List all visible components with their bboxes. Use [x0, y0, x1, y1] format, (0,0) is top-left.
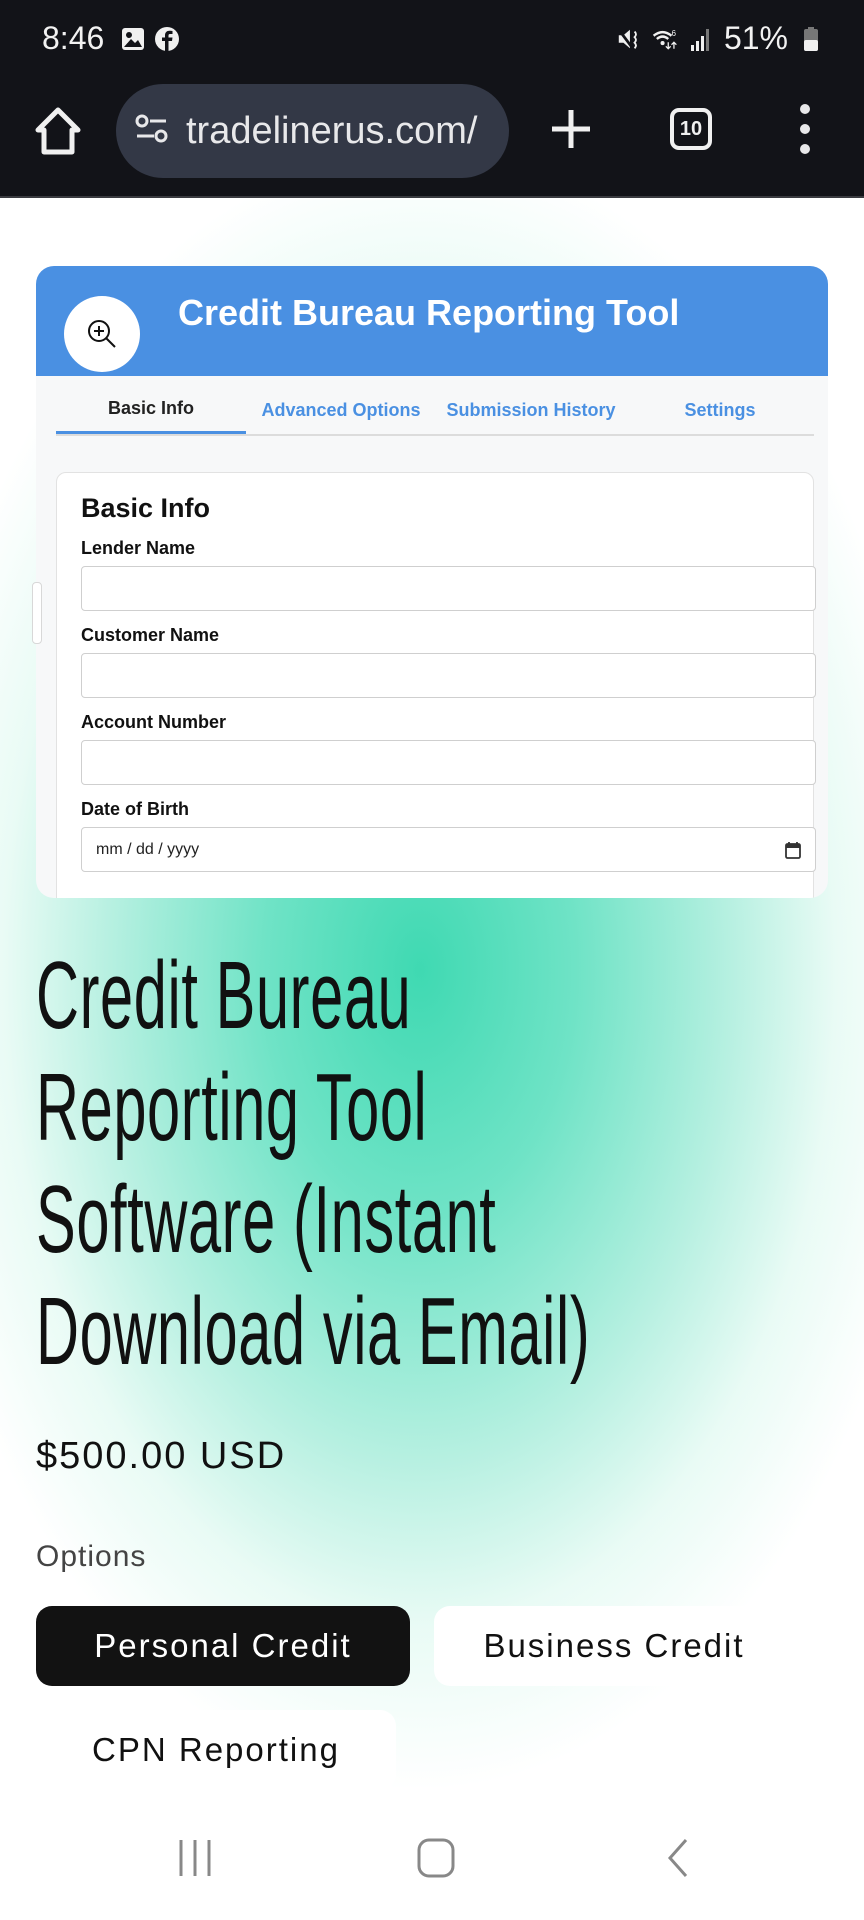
- system-navigation-bar: [0, 1800, 864, 1920]
- option-cpn-reporting[interactable]: CPN Reporting: [36, 1710, 396, 1790]
- new-tab-button[interactable]: [548, 106, 594, 152]
- product-title-line: Credit Bureau: [36, 942, 412, 1049]
- home-nav-button[interactable]: [416, 1838, 456, 1883]
- product-title: Credit Bureau Reporting Tool Software (I…: [36, 940, 591, 1388]
- tool-header: Credit Bureau Reporting Tool: [36, 266, 828, 376]
- site-settings-icon[interactable]: [134, 111, 170, 152]
- customer-name-field: [81, 653, 816, 698]
- battery-percent: 51%: [723, 20, 788, 56]
- url-text[interactable]: tradelinerus.com/: [186, 110, 477, 153]
- status-system-icons: 6 51%: [616, 20, 824, 57]
- tab-settings: Settings: [684, 399, 756, 420]
- signal-icon: [688, 26, 714, 52]
- status-notification-icons: [120, 26, 180, 52]
- svg-text:6: 6: [671, 28, 676, 37]
- facebook-icon: [154, 26, 180, 52]
- gallery-icon: [120, 26, 146, 52]
- gallery-drag-handle[interactable]: [32, 582, 42, 644]
- product-price: $500.00 USD: [36, 1435, 287, 1477]
- battery-icon: [798, 26, 824, 52]
- basic-info-card: Basic Info Lender Name Customer Name Acc…: [56, 472, 816, 898]
- product-title-line: Download via Email): [36, 1278, 591, 1385]
- dob-label: Date of Birth: [81, 799, 189, 819]
- lender-name-field: [81, 566, 816, 611]
- tab-basic-info: Basic Info: [56, 386, 246, 434]
- more-vert-icon: [800, 104, 810, 114]
- status-time: 8:46: [42, 20, 105, 56]
- mute-icon: [616, 26, 642, 52]
- product-title-line: Reporting Tool: [36, 1054, 428, 1161]
- home-icon: [35, 107, 81, 155]
- wifi-6-icon: 6: [652, 26, 678, 52]
- calendar-icon: [785, 842, 801, 859]
- browser-toolbar: tradelinerus.com/ 10: [0, 80, 864, 198]
- dob-placeholder: mm / dd / yyyy: [96, 840, 200, 858]
- browser-menu-button[interactable]: [795, 104, 815, 154]
- tool-title: Credit Bureau Reporting Tool: [178, 292, 680, 333]
- tab-submission-history: Submission History: [446, 399, 616, 420]
- tool-tabs: Basic Info Advanced Options Submission H…: [56, 386, 814, 436]
- account-number-field: [81, 740, 816, 785]
- plus-icon: [552, 110, 590, 148]
- recents-button[interactable]: [176, 1838, 216, 1883]
- product-image[interactable]: Credit Bureau Reporting Tool Basic Info …: [36, 266, 828, 898]
- options-label: Options: [36, 1540, 147, 1573]
- tab-switcher-button[interactable]: 10: [670, 108, 712, 150]
- zoom-image-button[interactable]: [64, 296, 140, 372]
- status-bar: 8:46 6 51%: [0, 0, 864, 80]
- option-business-credit[interactable]: Business Credit: [434, 1606, 794, 1686]
- home-nav-icon: [417, 1838, 455, 1878]
- zoom-in-icon: [88, 320, 116, 348]
- lender-name-label: Lender Name: [81, 538, 196, 558]
- card-title: Basic Info: [81, 493, 211, 523]
- tab-advanced-options: Advanced Options: [261, 399, 421, 420]
- option-personal-credit[interactable]: Personal Credit: [36, 1606, 410, 1686]
- address-bar[interactable]: tradelinerus.com/: [116, 84, 509, 178]
- product-page: Credit Bureau Reporting Tool Basic Info …: [0, 200, 864, 1800]
- customer-name-label: Customer Name: [81, 625, 220, 645]
- recents-icon: [179, 1840, 211, 1876]
- back-button[interactable]: [664, 1838, 694, 1883]
- dob-field: mm / dd / yyyy: [81, 827, 816, 872]
- back-icon: [667, 1839, 688, 1877]
- account-number-label: Account Number: [81, 712, 227, 732]
- product-title-line: Software (Instant: [36, 1166, 497, 1273]
- home-button[interactable]: [30, 102, 86, 158]
